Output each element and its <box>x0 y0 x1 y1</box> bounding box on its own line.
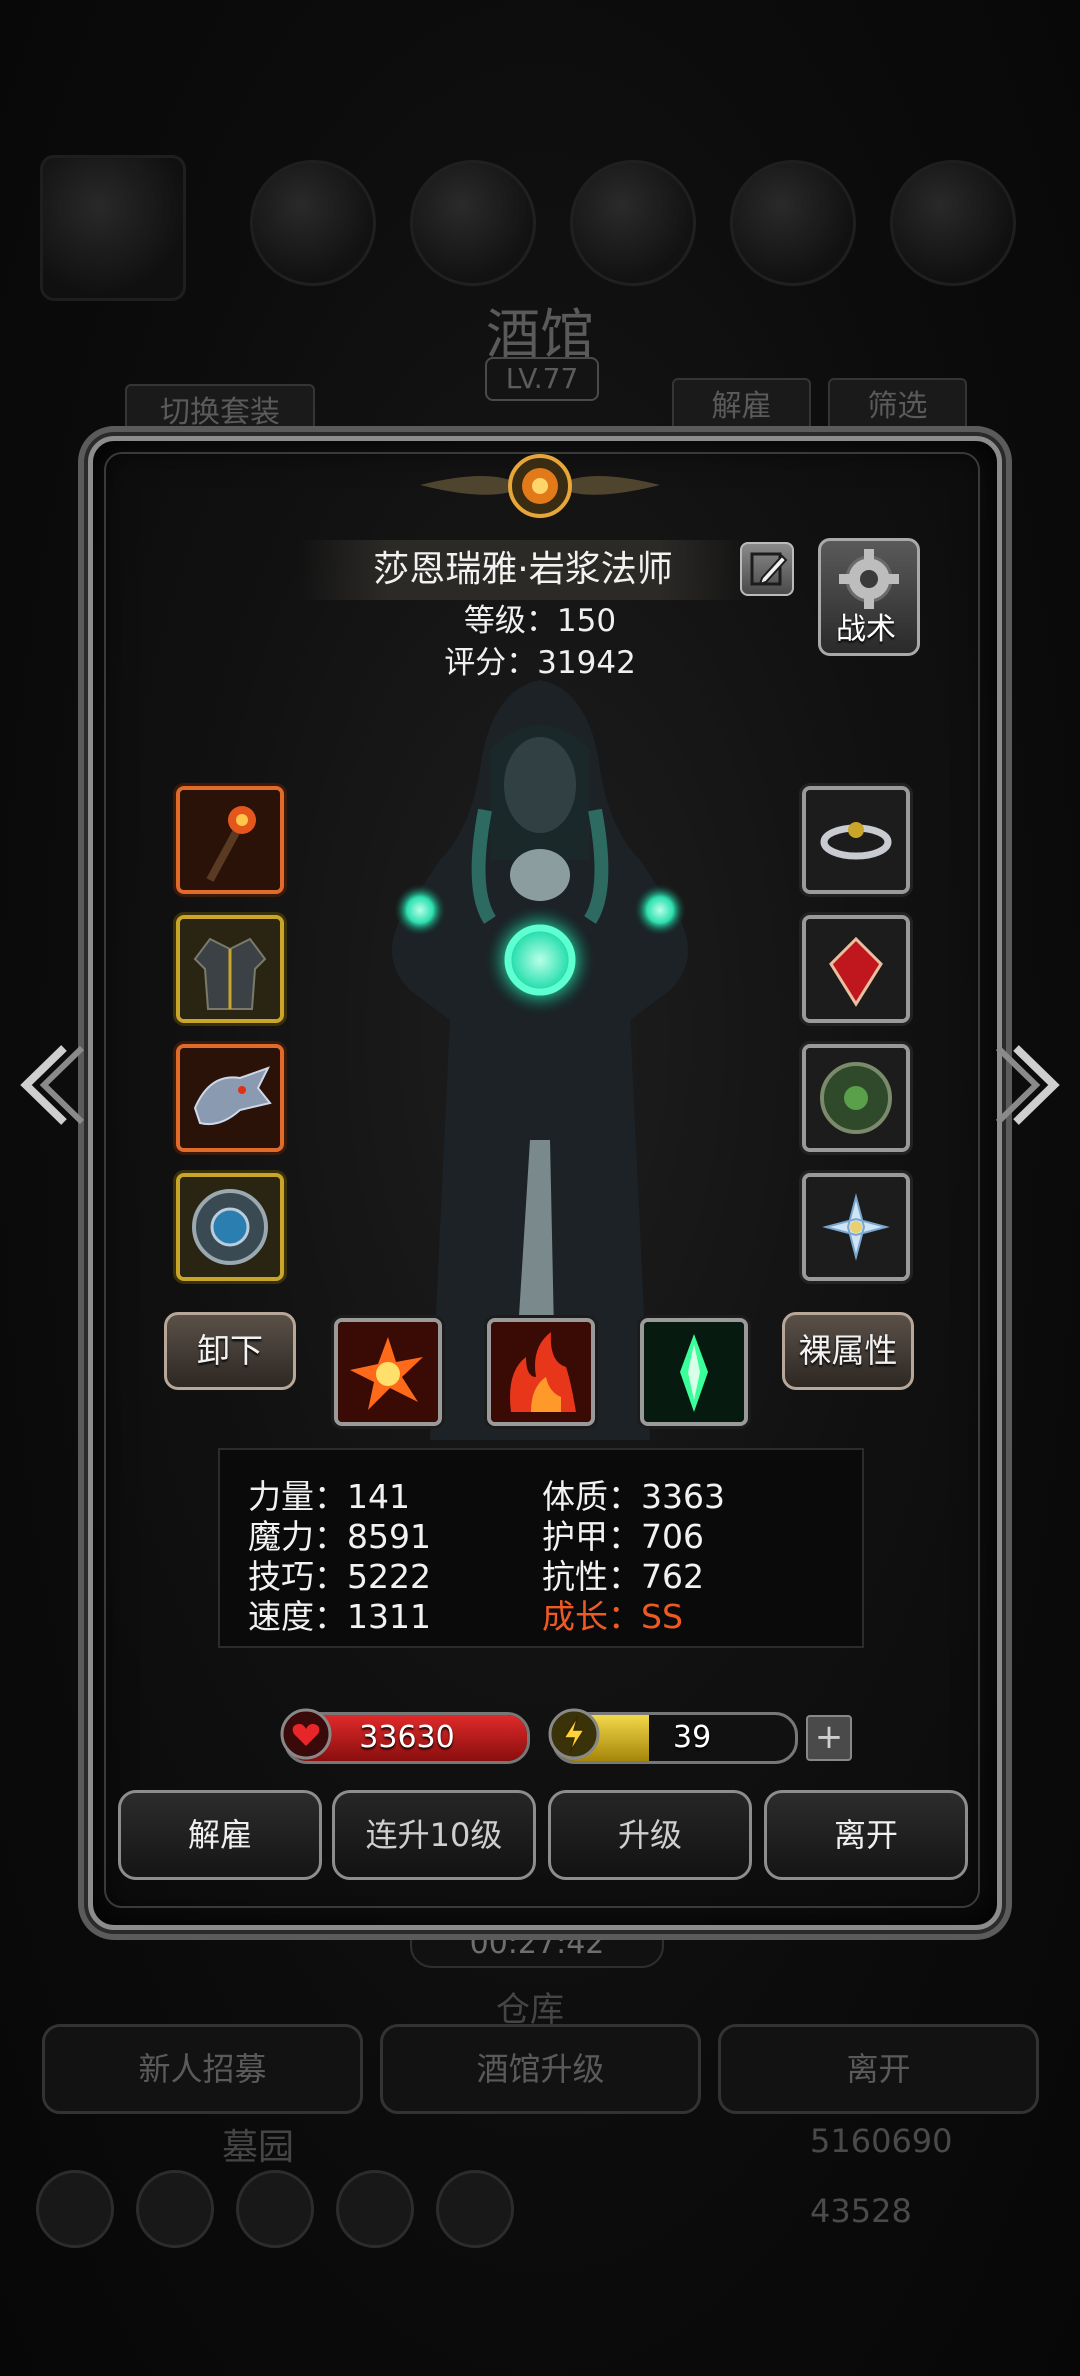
upgrade-tavern-button: 酒馆升级 <box>380 2024 701 2114</box>
fire-burst-icon <box>338 1322 438 1422</box>
ice-flower-icon <box>806 1177 906 1277</box>
tavern-level: LV.77 <box>485 357 599 401</box>
energy-value: 39 <box>673 1720 712 1755</box>
lightning-icon <box>548 1708 600 1760</box>
menu-icon-5 <box>730 160 856 286</box>
bottom-icon-5 <box>436 2170 514 2248</box>
stat-growth: 成长：SS <box>542 1597 683 1636</box>
filter-button: 筛选 <box>828 378 967 436</box>
shield-slot[interactable] <box>176 1173 284 1281</box>
graveyard-label: 墓园 <box>222 2127 295 2168</box>
switch-outfit-button: 切换套装 <box>125 384 315 442</box>
dismiss-button[interactable]: 解雇 <box>118 1790 322 1880</box>
panel-emblem-icon <box>420 454 660 518</box>
recruit-button: 新人招募 <box>42 2024 363 2114</box>
stat-speed: 速度：1311 <box>248 1597 431 1636</box>
tavern-menu-icon <box>40 155 186 301</box>
green-crystal-icon <box>644 1322 744 1422</box>
menu-icon-6 <box>890 160 1016 286</box>
prev-hero-arrow-icon[interactable] <box>16 1040 86 1130</box>
tactic-label: 战术 <box>836 612 896 647</box>
bottom-icon-3 <box>236 2170 314 2248</box>
menu-icon-2 <box>250 160 376 286</box>
hero-level: 等级：150 <box>463 603 617 639</box>
ring-icon <box>806 790 906 890</box>
leave-button[interactable]: 离开 <box>764 1790 968 1880</box>
amulet-slot[interactable] <box>802 915 910 1023</box>
skill-slot-3[interactable] <box>640 1318 748 1426</box>
bg-dismiss-button: 解雇 <box>672 378 811 436</box>
next-hero-arrow-icon[interactable] <box>994 1040 1064 1130</box>
robe-icon <box>180 919 280 1019</box>
menu-icon-4 <box>570 160 696 286</box>
armor-slot[interactable] <box>176 915 284 1023</box>
orb-slot[interactable] <box>802 1044 910 1152</box>
gold-count: 5160690 <box>810 2122 953 2160</box>
menu-icon-3 <box>410 160 536 286</box>
upgrade-button[interactable]: 升级 <box>548 1790 752 1880</box>
jade-orb-icon <box>806 1048 906 1148</box>
bottom-icon-2 <box>136 2170 214 2248</box>
bg-leave-button: 离开 <box>718 2024 1039 2114</box>
ring-slot[interactable] <box>802 786 910 894</box>
bottom-icon-4 <box>336 2170 414 2248</box>
dragon-head-icon <box>180 1048 280 1148</box>
unequip-button[interactable]: 卸下 <box>164 1312 296 1390</box>
staff-icon <box>180 790 280 890</box>
bottom-icon-1 <box>36 2170 114 2248</box>
hero-name: 莎恩瑞雅·岩浆法师 <box>373 549 673 590</box>
flame-icon <box>491 1322 591 1422</box>
skill-slot-1[interactable] <box>334 1318 442 1426</box>
helmet-slot[interactable] <box>176 1044 284 1152</box>
gear-icon <box>839 549 899 609</box>
add-energy-button[interactable]: + <box>806 1715 852 1761</box>
edit-name-icon[interactable] <box>740 542 794 596</box>
upgrade-10-button[interactable]: 连升10级 <box>332 1790 536 1880</box>
flower-slot[interactable] <box>802 1173 910 1281</box>
weapon-slot[interactable] <box>176 786 284 894</box>
skill-slot-2[interactable] <box>487 1318 595 1426</box>
red-gem-icon <box>806 919 906 1019</box>
gem-count: 43528 <box>810 2192 912 2230</box>
heart-icon <box>280 1708 332 1760</box>
naked-attribute-button[interactable]: 裸属性 <box>782 1312 914 1390</box>
shield-icon <box>180 1177 280 1277</box>
